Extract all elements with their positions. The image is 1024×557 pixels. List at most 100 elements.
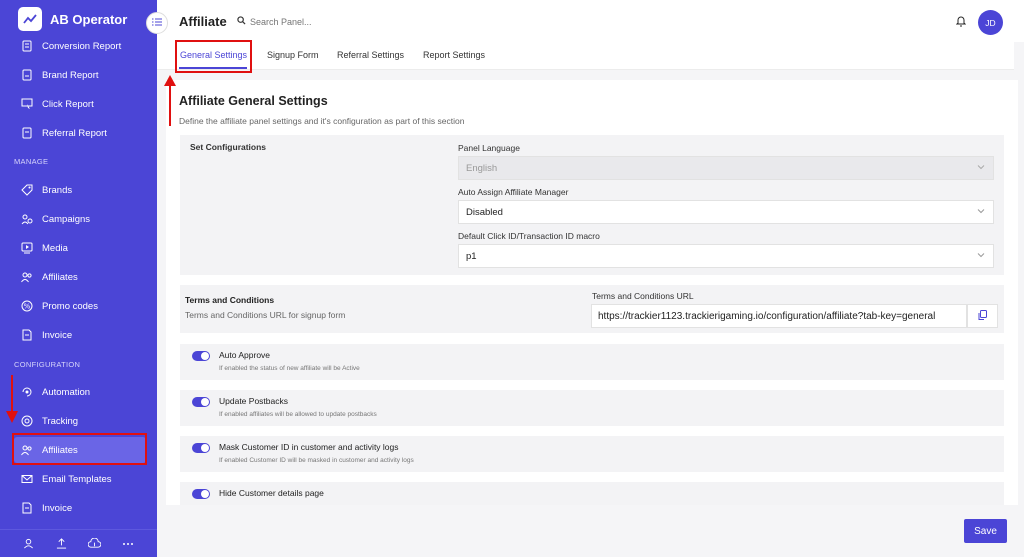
sidebar-item-campaigns[interactable]: Campaigns <box>14 206 146 232</box>
sidebar-item-brand-report[interactable]: Brand Report <box>14 62 146 88</box>
search-icon <box>237 16 246 27</box>
annotation-arrow-up-icon <box>164 75 176 126</box>
email-icon <box>20 472 34 486</box>
promo-icon: % <box>20 299 34 313</box>
chevron-down-icon <box>977 251 985 262</box>
sidebar-item-click-report[interactable]: Click Report <box>14 91 146 117</box>
campaign-icon <box>20 212 34 226</box>
sidebar-item-label: Media <box>42 242 68 254</box>
page-title: Affiliate <box>179 14 227 29</box>
toggle-row-update-postbacks: Update Postbacks If enabled affiliates w… <box>180 390 1004 426</box>
sidebar-item-promo-codes[interactable]: % Promo codes <box>14 293 146 319</box>
sidebar-item-label: Click Report <box>42 98 94 110</box>
section-title: Affiliate General Settings <box>179 94 328 108</box>
toggle-title: Mask Customer ID in customer and activit… <box>219 442 399 452</box>
tab-report-settings[interactable]: Report Settings <box>423 50 485 60</box>
settings-card: Affiliate General Settings Define the af… <box>166 80 1018 505</box>
sidebar-item-brands[interactable]: Brands <box>14 177 146 203</box>
section-label-configuration: CONFIGURATION <box>14 360 81 369</box>
users-icon <box>20 270 34 284</box>
sidebar-item-label: Campaigns <box>42 213 91 225</box>
report-icon <box>20 126 34 140</box>
mask-customer-id-toggle[interactable] <box>192 443 210 453</box>
section-label-manage: MANAGE <box>14 157 49 166</box>
copy-button[interactable] <box>967 304 998 328</box>
chevron-down-icon <box>977 207 985 218</box>
click-macro-select[interactable]: p1 <box>458 244 994 268</box>
avatar[interactable]: JD <box>978 10 1003 35</box>
brand[interactable]: AB Operator <box>18 6 127 32</box>
sidebar-collapse-button[interactable] <box>146 12 168 34</box>
toggle-row-mask-customer-id: Mask Customer ID in customer and activit… <box>180 436 1004 472</box>
toggle-title: Update Postbacks <box>219 396 288 406</box>
annotation-highlight-tab <box>175 40 252 73</box>
sidebar-item-referral-report[interactable]: Referral Report <box>14 120 146 146</box>
media-icon <box>20 241 34 255</box>
invoice-icon <box>20 328 34 342</box>
toggle-row-hide-customer-details: Hide Customer details page <box>180 482 1004 505</box>
search-box[interactable] <box>237 16 360 27</box>
sidebar-item-email-templates[interactable]: Email Templates <box>14 466 146 492</box>
bell-icon[interactable] <box>955 15 967 30</box>
annotation-arrow-down-icon <box>6 375 18 423</box>
sidebar-item-affiliates[interactable]: Affiliates <box>14 264 146 290</box>
auto-assign-value: Disabled <box>466 206 503 218</box>
terms-url-input[interactable] <box>591 304 967 328</box>
terms-description: Terms and Conditions URL for signup form <box>185 310 346 320</box>
sidebar: AB Operator Conversion Report Brand Repo… <box>0 0 157 557</box>
more-icon[interactable] <box>111 542 144 546</box>
sidebar-item-conversion-report[interactable]: Conversion Report <box>14 33 146 59</box>
tab-signup-form[interactable]: Signup Form <box>267 50 319 60</box>
menu-icon <box>152 18 162 29</box>
hide-customer-details-toggle[interactable] <box>192 489 210 499</box>
app-name: AB Operator <box>50 11 128 27</box>
cloud-upload-icon[interactable] <box>78 538 111 549</box>
panel-language-value: English <box>466 162 498 174</box>
toggle-description: If enabled affiliates will be allowed to… <box>219 411 377 418</box>
sidebar-item-automation[interactable]: Automation <box>14 379 146 405</box>
brand-icon <box>20 183 34 197</box>
sidebar-item-label: Promo codes <box>42 300 98 312</box>
save-button[interactable]: Save <box>964 519 1007 543</box>
section-description: Define the affiliate panel settings and … <box>179 116 465 126</box>
sidebar-item-label: Brand Report <box>42 69 99 81</box>
tracking-icon <box>20 414 34 428</box>
sidebar-item-config-invoice[interactable]: Invoice <box>14 495 146 521</box>
toggle-title: Auto Approve <box>219 350 271 360</box>
click-macro-label: Default Click ID/Transaction ID macro <box>458 231 600 241</box>
update-postbacks-toggle[interactable] <box>192 397 210 407</box>
report-icon <box>20 68 34 82</box>
invoice-icon <box>20 501 34 515</box>
toggle-description: If enabled the status of new affiliate w… <box>219 365 360 372</box>
toggle-description: If enabled Customer ID will be masked in… <box>219 457 414 464</box>
top-header: Affiliate JD <box>157 0 1024 42</box>
terms-url-label: Terms and Conditions URL <box>592 291 694 301</box>
copy-icon <box>978 309 987 323</box>
sidebar-item-invoice[interactable]: Invoice <box>14 322 146 348</box>
sidebar-item-label: Invoice <box>42 502 73 514</box>
toggle-row-auto-approve: Auto Approve If enabled the status of ne… <box>180 344 1004 380</box>
auto-assign-select[interactable]: Disabled <box>458 200 994 224</box>
terms-panel: Terms and Conditions Terms and Condition… <box>180 285 1004 333</box>
click-icon <box>20 97 34 111</box>
set-configurations-panel: Set Configurations Panel Language Englis… <box>180 135 1004 275</box>
sidebar-footer <box>0 529 157 557</box>
sidebar-item-label: Email Templates <box>42 473 112 485</box>
search-input[interactable] <box>250 16 360 27</box>
set-configurations-title: Set Configurations <box>190 142 267 152</box>
sidebar-item-label: Invoice <box>42 329 73 341</box>
sidebar-item-label: Tracking <box>42 415 79 427</box>
sidebar-item-media[interactable]: Media <box>14 235 146 261</box>
panel-language-select: English <box>458 156 994 180</box>
auto-approve-toggle[interactable] <box>192 351 210 361</box>
tab-referral-settings[interactable]: Referral Settings <box>337 50 404 60</box>
terms-title: Terms and Conditions <box>185 295 275 305</box>
upload-icon[interactable] <box>45 538 78 549</box>
settings-tabs: General Settings Signup Form Referral Se… <box>157 42 1014 70</box>
panel-language-label: Panel Language <box>458 143 520 153</box>
sidebar-item-label: Conversion Report <box>42 40 122 52</box>
sidebar-item-label: Referral Report <box>42 127 107 139</box>
sidebar-item-tracking[interactable]: Tracking <box>14 408 146 434</box>
user-icon[interactable] <box>12 538 45 549</box>
automation-icon <box>20 385 34 399</box>
